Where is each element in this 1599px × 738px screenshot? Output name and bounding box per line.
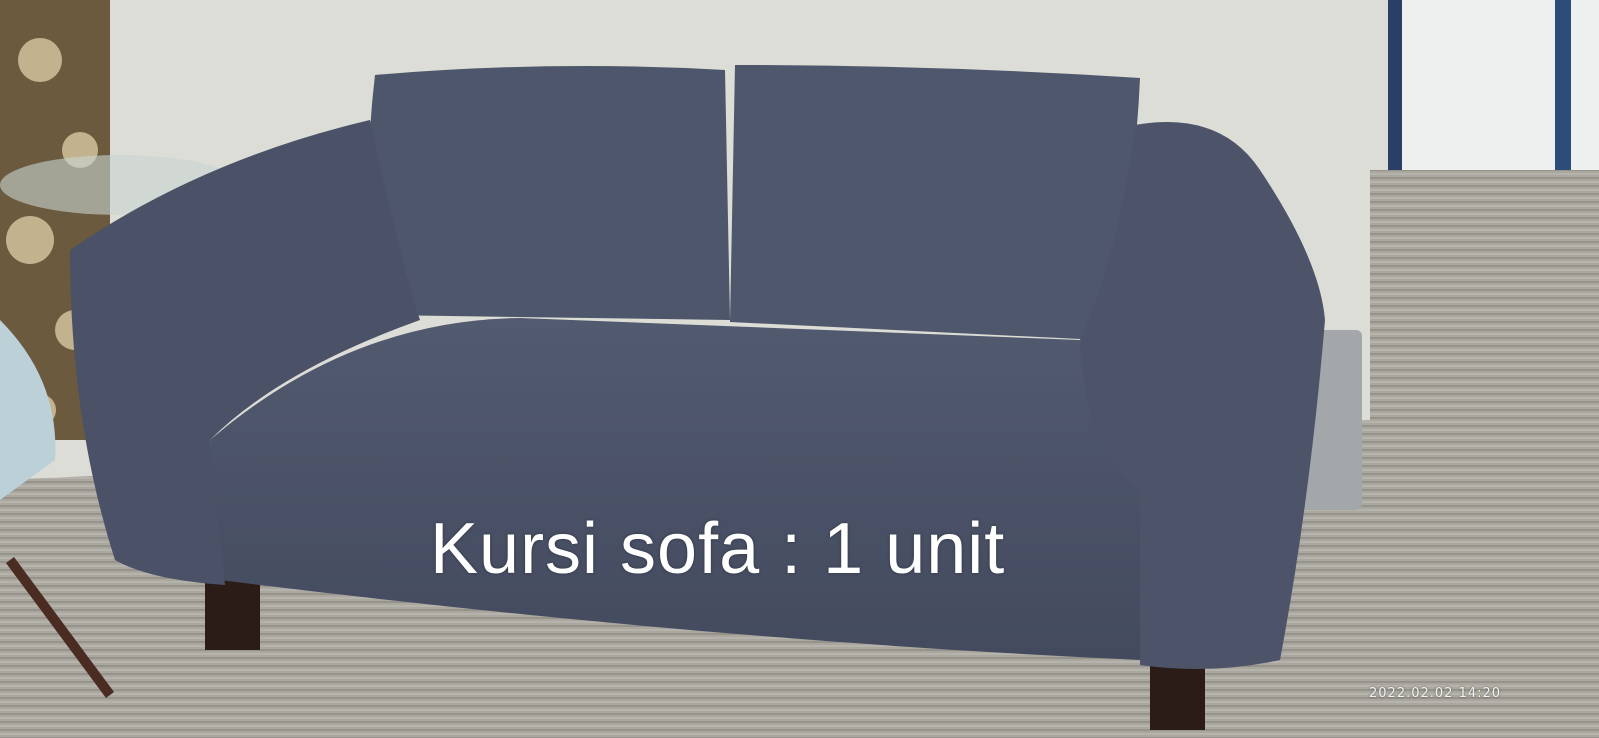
caption-text: Kursi sofa : 1 unit bbox=[430, 509, 1006, 589]
back-cushion-right bbox=[730, 65, 1140, 340]
timestamp: 2022.02.02 14:20 bbox=[1369, 686, 1502, 701]
sofa-leg bbox=[205, 580, 260, 650]
sofa-photo bbox=[0, 0, 1599, 738]
back-cushion-left bbox=[368, 66, 730, 320]
